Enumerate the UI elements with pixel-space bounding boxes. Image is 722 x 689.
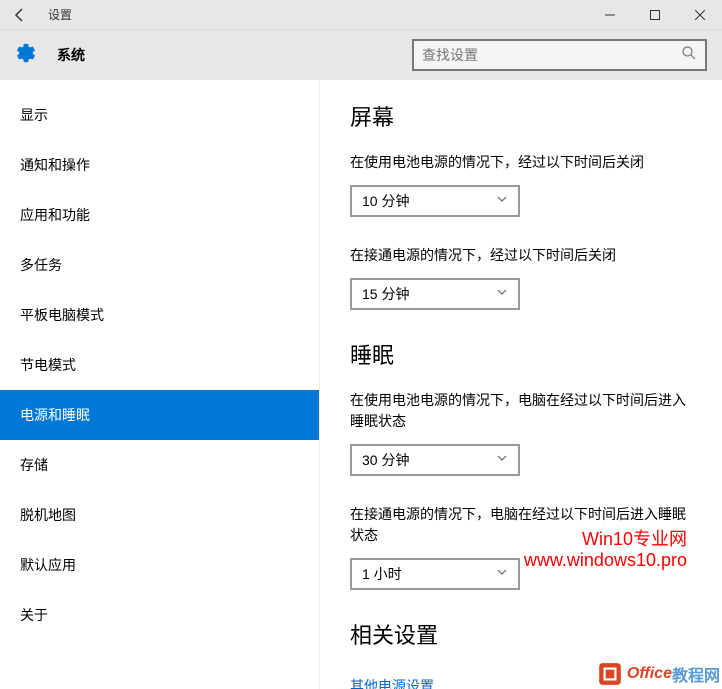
sleep-heading: 睡眠	[350, 338, 692, 370]
sleep-battery-dropdown[interactable]: 30 分钟	[350, 444, 520, 476]
sidebar-item-tablet[interactable]: 平板电脑模式	[0, 290, 319, 340]
header: 系统	[0, 30, 722, 80]
dropdown-value: 10 分钟	[362, 191, 496, 211]
related-heading: 相关设置	[350, 618, 692, 650]
sidebar-item-label: 多任务	[20, 255, 62, 275]
minimize-icon	[605, 10, 615, 20]
brand-office-text: Office	[627, 665, 672, 683]
brand-watermark: Office教程网	[597, 661, 720, 687]
sidebar-item-notifications[interactable]: 通知和操作	[0, 140, 319, 190]
chevron-down-icon	[496, 192, 508, 210]
sidebar-item-label: 默认应用	[20, 555, 76, 575]
arrow-left-icon	[12, 7, 28, 23]
maximize-icon	[650, 10, 660, 20]
screen-plugged-label: 在接通电源的情况下，经过以下时间后关闭	[350, 245, 692, 266]
dropdown-value: 15 分钟	[362, 284, 496, 304]
brand-cn-text: 教程网	[672, 662, 720, 686]
sidebar-item-label: 电源和睡眠	[20, 405, 90, 425]
close-icon	[695, 10, 705, 20]
chevron-down-icon	[496, 451, 508, 469]
close-button[interactable]	[677, 0, 722, 30]
screen-heading: 屏幕	[350, 100, 692, 132]
window-title: 设置	[40, 6, 587, 23]
search-input[interactable]	[422, 47, 681, 63]
sidebar-item-label: 应用和功能	[20, 205, 90, 225]
window-controls	[587, 0, 722, 30]
sidebar-item-default-apps[interactable]: 默认应用	[0, 540, 319, 590]
chevron-down-icon	[496, 285, 508, 303]
sidebar-item-label: 关于	[20, 605, 48, 625]
sidebar-item-multitasking[interactable]: 多任务	[0, 240, 319, 290]
sidebar-item-offline-maps[interactable]: 脱机地图	[0, 490, 319, 540]
sidebar-item-storage[interactable]: 存储	[0, 440, 319, 490]
screen-battery-label: 在使用电池电源的情况下，经过以下时间后关闭	[350, 152, 692, 173]
sleep-battery-label: 在使用电池电源的情况下，电脑在经过以下时间后进入睡眠状态	[350, 390, 692, 432]
sidebar-item-label: 节电模式	[20, 355, 76, 375]
sidebar-item-about[interactable]: 关于	[0, 590, 319, 640]
maximize-button[interactable]	[632, 0, 677, 30]
sidebar-item-power-sleep[interactable]: 电源和睡眠	[0, 390, 319, 440]
main-panel: 屏幕 在使用电池电源的情况下，经过以下时间后关闭 10 分钟 在接通电源的情况下…	[320, 80, 722, 689]
dropdown-value: 30 分钟	[362, 450, 496, 470]
back-button[interactable]	[0, 0, 40, 30]
dropdown-value: 1 小时	[362, 564, 496, 584]
section-name: 系统	[57, 45, 85, 65]
sidebar-item-display[interactable]: 显示	[0, 90, 319, 140]
content: 显示 通知和操作 应用和功能 多任务 平板电脑模式 节电模式 电源和睡眠 存储 …	[0, 80, 722, 689]
office-logo-icon	[597, 661, 623, 687]
sidebar-item-label: 存储	[20, 455, 48, 475]
titlebar: 设置	[0, 0, 722, 30]
screen-battery-dropdown[interactable]: 10 分钟	[350, 185, 520, 217]
sidebar-item-label: 平板电脑模式	[20, 305, 104, 325]
sleep-plugged-label: 在接通电源的情况下，电脑在经过以下时间后进入睡眠状态	[350, 504, 692, 546]
sidebar-item-label: 脱机地图	[20, 505, 76, 525]
other-power-settings-link[interactable]: 其他电源设置	[350, 676, 434, 689]
sidebar: 显示 通知和操作 应用和功能 多任务 平板电脑模式 节电模式 电源和睡眠 存储 …	[0, 80, 320, 689]
sleep-plugged-dropdown[interactable]: 1 小时	[350, 558, 520, 590]
search-box[interactable]	[412, 39, 707, 71]
sidebar-item-label: 显示	[20, 105, 48, 125]
sidebar-item-battery-saver[interactable]: 节电模式	[0, 340, 319, 390]
sidebar-item-label: 通知和操作	[20, 155, 90, 175]
gear-icon	[15, 42, 37, 69]
sidebar-item-apps[interactable]: 应用和功能	[0, 190, 319, 240]
search-icon	[681, 45, 697, 66]
chevron-down-icon	[496, 565, 508, 583]
minimize-button[interactable]	[587, 0, 632, 30]
search-wrap	[412, 39, 707, 71]
screen-plugged-dropdown[interactable]: 15 分钟	[350, 278, 520, 310]
